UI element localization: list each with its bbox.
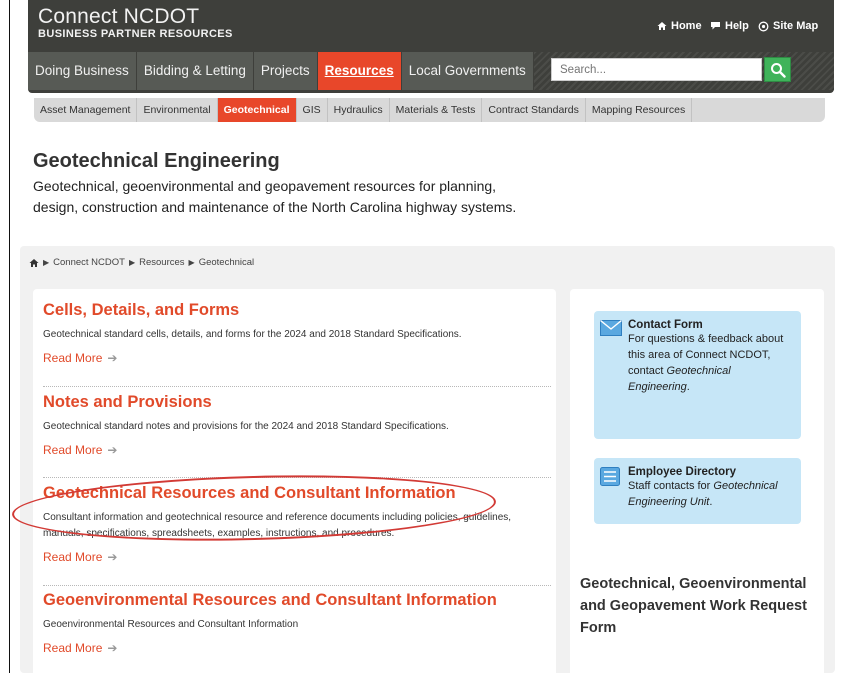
home-label: Home: [671, 20, 702, 32]
section-description: Consultant information and geotechnical …: [43, 512, 512, 539]
read-more-link[interactable]: Read More ➔: [43, 641, 551, 655]
sub-nav: Asset Management Environmental Geotechni…: [34, 98, 825, 122]
nav-local-governments[interactable]: Local Governments: [401, 52, 534, 90]
subnav-hydraulics[interactable]: Hydraulics: [328, 98, 390, 122]
breadcrumb: ▶ Connect NCDOT ▶ Resources ▶ Geotechnic…: [29, 257, 254, 268]
read-more-label: Read More: [43, 351, 103, 365]
page-title: Geotechnical Engineering: [33, 150, 280, 172]
breadcrumb-separator-icon: ▶: [43, 258, 50, 267]
sitemap-icon: [758, 21, 769, 31]
employee-directory-card[interactable]: Employee Directory Staff contacts for Ge…: [594, 458, 801, 524]
breadcrumb-connect-ncdot[interactable]: Connect NCDOT: [53, 257, 125, 268]
read-more-link[interactable]: Read More ➔: [43, 550, 551, 564]
nav-resources[interactable]: Resources: [317, 52, 402, 90]
subnav-contract-standards[interactable]: Contract Standards: [482, 98, 586, 122]
search-icon: [770, 62, 786, 78]
brand-title[interactable]: Connect NCDOT: [38, 6, 199, 28]
nav-doing-business[interactable]: Doing Business: [28, 52, 137, 90]
nav-bidding-letting[interactable]: Bidding & Letting: [136, 52, 254, 90]
chat-icon: [711, 22, 720, 30]
section-divider: [43, 386, 551, 387]
breadcrumb-separator-icon: ▶: [188, 258, 195, 267]
contact-text-after: .: [686, 381, 690, 393]
home-icon[interactable]: [29, 258, 39, 268]
search-input[interactable]: [551, 58, 762, 81]
read-more-link[interactable]: Read More ➔: [43, 443, 551, 457]
work-request-title[interactable]: Geotechnical, Geoenvironmental and Geopa…: [580, 573, 810, 639]
subnav-mapping-resources[interactable]: Mapping Resources: [586, 98, 693, 122]
section-title[interactable]: Notes and Provisions: [43, 393, 551, 412]
section-title[interactable]: Cells, Details, and Forms: [43, 301, 551, 320]
subnav-environmental[interactable]: Environmental: [137, 98, 218, 122]
nav-projects[interactable]: Projects: [253, 52, 318, 90]
arrow-right-icon: ➔: [107, 550, 118, 564]
contact-form-card[interactable]: Contact Form For questions & feedback ab…: [594, 311, 801, 439]
arrow-right-icon: ➔: [107, 641, 118, 655]
main-nav: Doing Business Bidding & Letting Project…: [28, 52, 534, 90]
section-divider: [43, 477, 551, 478]
employee-directory-text: Staff contacts for Geotechnical Engineer…: [628, 478, 791, 510]
section-notes-provisions: Notes and Provisions Geotechnical standa…: [43, 393, 551, 457]
help-link[interactable]: Help: [710, 20, 749, 32]
read-more-label: Read More: [43, 550, 103, 564]
envelope-icon: [600, 320, 622, 336]
brand-subtitle: BUSINESS PARTNER RESOURCES: [38, 28, 233, 40]
help-label: Help: [725, 20, 749, 32]
read-more-link[interactable]: Read More ➔: [43, 351, 551, 365]
section-divider: [43, 585, 551, 586]
page-intro: Geotechnical, geoenvironmental and geopa…: [33, 178, 517, 215]
section-description: Geotechnical standard cells, details, an…: [43, 329, 462, 340]
left-border: [9, 0, 10, 673]
arrow-right-icon: ➔: [107, 443, 118, 457]
directory-text-before: Staff contacts for: [628, 480, 714, 492]
subnav-asset-management[interactable]: Asset Management: [34, 98, 138, 122]
sitemap-label: Site Map: [773, 20, 819, 32]
employee-directory-title: Employee Directory: [628, 466, 737, 478]
section-cells-details-forms: Cells, Details, and Forms Geotechnical s…: [43, 301, 551, 365]
section-title[interactable]: Geotechnical Resources and Consultant In…: [43, 484, 551, 503]
section-title[interactable]: Geoenvironmental Resources and Consultan…: [43, 591, 551, 610]
home-link[interactable]: Home: [657, 20, 702, 32]
section-geotechnical-resources: Geotechnical Resources and Consultant In…: [43, 484, 551, 564]
subnav-gis[interactable]: GIS: [297, 98, 328, 122]
home-icon: [657, 22, 667, 30]
section-geoenvironmental-resources: Geoenvironmental Resources and Consultan…: [43, 591, 551, 655]
section-description: Geotechnical standard notes and provisio…: [43, 421, 449, 432]
list-icon: [600, 467, 620, 486]
section-description: Geoenvironmental Resources and Consultan…: [43, 619, 299, 630]
read-more-label: Read More: [43, 641, 103, 655]
read-more-label: Read More: [43, 443, 103, 457]
contact-form-title: Contact Form: [628, 319, 703, 331]
search-button[interactable]: [764, 57, 791, 82]
subnav-geotechnical[interactable]: Geotechnical: [217, 98, 297, 122]
subnav-materials-tests[interactable]: Materials & Tests: [390, 98, 483, 122]
breadcrumb-separator-icon: ▶: [128, 258, 136, 267]
contact-form-text: For questions & feedback about this area…: [628, 331, 791, 395]
arrow-right-icon: ➔: [107, 351, 118, 365]
breadcrumb-current: Geotechnical: [198, 257, 255, 268]
directory-text-after: .: [709, 496, 713, 508]
sitemap-link[interactable]: Site Map: [758, 20, 818, 32]
breadcrumb-resources[interactable]: Resources: [139, 257, 184, 268]
